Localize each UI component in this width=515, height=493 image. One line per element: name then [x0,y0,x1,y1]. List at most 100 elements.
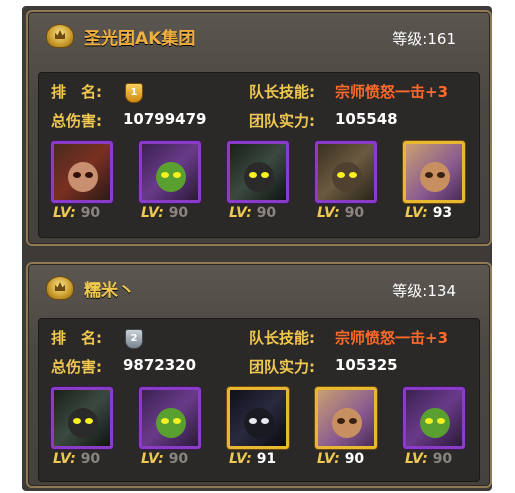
hero-face [332,408,362,438]
hero-level: LV: 90 [141,205,188,221]
hero-eye [73,418,81,424]
hero-level-value: 90 [256,205,277,221]
hero-level-value: 90 [432,451,453,467]
damage-label: 总伤害: [51,112,102,130]
hero-face [244,408,274,438]
hero-portrait[interactable] [227,141,289,203]
hero-level-label: LV: [141,205,164,221]
hero-portrait[interactable] [139,141,201,203]
hero-face [68,162,98,192]
hero-eye [337,172,345,178]
hero-eye [85,172,93,178]
hero-level-label: LV: [317,205,340,221]
hero-level-label: LV: [53,451,76,467]
hero-level: LV: 90 [53,451,100,467]
hero-level-value: 90 [80,205,101,221]
power-label: 团队实力: [249,358,315,376]
hero-portrait[interactable] [403,141,465,203]
hero-eye [261,418,269,424]
rank-medal-icon: 2 [125,329,143,349]
hero-face [420,408,450,438]
guild-card[interactable]: 糯米丶 等级:134 排 名: 2 队长技能: 宗师愤怒一击+3 总伤害: 98… [26,262,492,488]
hero-eye [425,418,433,424]
hero-portrait[interactable] [227,387,289,449]
leader-skill-label: 队长技能: [249,83,315,101]
guild-stats: 排 名: 1 队长技能: 宗师愤怒一击+3 总伤害: 10799479 团队实力… [38,72,480,238]
damage-label: 总伤害: [51,358,102,376]
hero-eye [173,172,181,178]
level-value: 134 [427,282,456,300]
rank-label: 排 名: [51,329,102,347]
hero-eye [161,418,169,424]
guild-level: 等级:134 [392,280,456,301]
leader-skill-value: 宗师愤怒一击+3 [335,83,449,101]
hero-level-value: 90 [168,205,189,221]
hero-level: LV: 90 [229,205,276,221]
hero-level-value: 90 [168,451,189,467]
hero-face [332,162,362,192]
hero-face [156,408,186,438]
hero-level-label: LV: [405,205,428,221]
guild-name: 糯米丶 [84,281,135,301]
hero-level-label: LV: [317,451,340,467]
hero-eye [349,172,357,178]
hero-face [420,162,450,192]
hero-level-value: 90 [80,451,101,467]
power-label: 团队实力: [249,112,315,130]
hero-level-label: LV: [229,451,252,467]
rank-medal-icon: 1 [125,83,143,103]
guild-name: 圣光团AK集团 [84,29,196,49]
hero-portrait[interactable] [315,387,377,449]
hero-eye [249,172,257,178]
hero-eye [261,172,269,178]
guild-header: 糯米丶 等级:134 [28,264,490,310]
hero-eye [73,172,81,178]
rank-label: 排 名: [51,83,102,101]
hero-level: LV: 90 [405,451,452,467]
hero-eye [437,172,445,178]
hero-face [68,408,98,438]
damage-value: 9872320 [123,356,197,374]
hero-level-label: LV: [229,205,252,221]
hero-eye [337,418,345,424]
guild-header: 圣光团AK集团 等级:161 [28,12,490,58]
hero-eye [173,418,181,424]
hero-eye [349,418,357,424]
level-label: 等级: [392,282,428,300]
hero-face [156,162,186,192]
hero-eye [85,418,93,424]
hero-level: LV: 90 [317,205,364,221]
guild-card[interactable]: 圣光团AK集团 等级:161 排 名: 1 队长技能: 宗师愤怒一击+3 总伤害… [26,10,492,246]
hero-level: LV: 90 [317,451,364,467]
power-value: 105325 [335,356,398,374]
hero-portrait[interactable] [51,387,113,449]
level-label: 等级: [392,30,428,48]
leader-skill-value: 宗师愤怒一击+3 [335,329,449,347]
damage-value: 10799479 [123,110,207,128]
hero-portrait[interactable] [139,387,201,449]
hero-level-value: 91 [256,451,277,467]
crown-badge-icon [46,276,74,300]
hero-level: LV: 93 [405,205,452,221]
hero-eye [161,172,169,178]
hero-eye [425,172,433,178]
hero-level: LV: 90 [141,451,188,467]
hero-portrait[interactable] [403,387,465,449]
hero-portrait[interactable] [51,141,113,203]
hero-portrait[interactable] [315,141,377,203]
hero-eye [249,418,257,424]
leader-skill-label: 队长技能: [249,329,315,347]
power-value: 105548 [335,110,398,128]
crown-badge-icon [46,24,74,48]
guild-level: 等级:161 [392,28,456,49]
hero-level: LV: 90 [53,205,100,221]
hero-level-label: LV: [141,451,164,467]
level-value: 161 [427,30,456,48]
hero-eye [437,418,445,424]
guild-stats: 排 名: 2 队长技能: 宗师愤怒一击+3 总伤害: 9872320 团队实力:… [38,318,480,482]
hero-level-value: 90 [344,205,365,221]
hero-level-value: 90 [344,451,365,467]
hero-level-label: LV: [53,205,76,221]
hero-face [244,162,274,192]
hero-level-value: 93 [432,205,453,221]
